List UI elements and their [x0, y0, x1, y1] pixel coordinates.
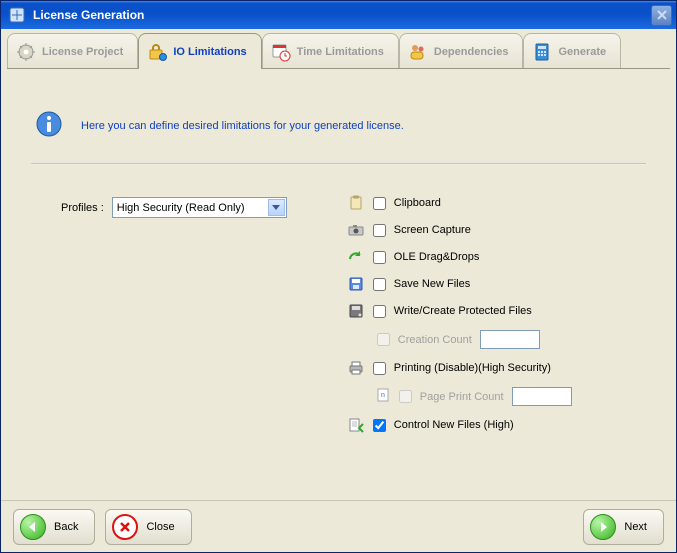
close-icon [656, 9, 668, 21]
printer-icon [347, 360, 365, 376]
chevron-down-icon [268, 199, 285, 216]
tab-label: Dependencies [434, 46, 509, 58]
checkbox-save-new-files[interactable] [373, 278, 386, 291]
limits-column: Clipboard Screen Capture OLE Drag&Drops [347, 195, 572, 433]
io-limitations-page: Here you can define desired limitations … [1, 70, 676, 500]
row-printing: Printing (Disable)(High Security) [347, 360, 572, 376]
row-control-new-files: Control New Files (High) [347, 417, 572, 433]
checkbox-page-print-count [399, 390, 412, 403]
checkbox-control-new-files[interactable] [373, 419, 386, 432]
next-button[interactable]: Next [583, 509, 664, 545]
label-clipboard: Clipboard [394, 197, 441, 209]
label-save-new-files: Save New Files [394, 278, 470, 290]
users-lock-icon [408, 42, 428, 62]
label-printing: Printing (Disable)(High Security) [394, 362, 551, 374]
label-write-create-protected: Write/Create Protected Files [394, 305, 532, 317]
app-icon [9, 7, 25, 23]
drag-arrow-icon [347, 249, 365, 265]
window-title: License Generation [33, 8, 651, 22]
arrow-left-icon [20, 514, 46, 540]
calendar-clock-icon [271, 42, 291, 62]
divider [31, 163, 646, 165]
footer: Back Close Next [1, 500, 676, 552]
clipboard-icon [347, 195, 365, 211]
back-label: Back [54, 521, 78, 533]
close-x-icon [112, 514, 138, 540]
tab-label: Generate [558, 46, 606, 58]
tab-underline [7, 68, 670, 69]
row-screen-capture: Screen Capture [347, 222, 572, 238]
tab-time-limitations[interactable]: Time Limitations [262, 33, 399, 69]
gear-icon [16, 42, 36, 62]
disk-icon [347, 303, 365, 319]
tab-license-project[interactable]: License Project [7, 33, 138, 69]
svg-text:n: n [381, 392, 385, 399]
next-label: Next [624, 521, 647, 533]
checkbox-ole-dragdrops[interactable] [373, 251, 386, 264]
checkbox-screen-capture[interactable] [373, 224, 386, 237]
row-save-new-files: Save New Files [347, 276, 572, 292]
camera-icon [347, 222, 365, 238]
profiles-label: Profiles : [61, 202, 104, 214]
row-creation-count: Creation Count [347, 330, 572, 349]
checkbox-clipboard[interactable] [373, 197, 386, 210]
close-button[interactable]: Close [105, 509, 191, 545]
arrow-right-icon [590, 514, 616, 540]
titlebar: License Generation [1, 1, 676, 29]
back-button[interactable]: Back [13, 509, 95, 545]
input-page-print-count[interactable] [512, 387, 572, 406]
page-icon: n [377, 388, 391, 405]
info-row: Here you can define desired limitations … [31, 100, 646, 159]
info-text: Here you can define desired limitations … [81, 120, 404, 132]
info-icon [35, 110, 63, 141]
window-close-button[interactable] [651, 5, 672, 26]
close-label: Close [146, 521, 174, 533]
row-write-create-protected: Write/Create Protected Files [347, 303, 572, 319]
label-control-new-files: Control New Files (High) [394, 419, 514, 431]
form-row: Profiles : High Security (Read Only) Cli… [31, 195, 646, 433]
checkbox-printing[interactable] [373, 362, 386, 375]
checkbox-write-create-protected[interactable] [373, 305, 386, 318]
input-creation-count[interactable] [480, 330, 540, 349]
label-screen-capture: Screen Capture [394, 224, 471, 236]
profiles-select[interactable]: High Security (Read Only) [112, 197, 287, 218]
content-area: License Project IO Limitations Time Limi… [1, 29, 676, 552]
row-page-print-count: n Page Print Count [347, 387, 572, 406]
label-ole-dragdrops: OLE Drag&Drops [394, 251, 480, 263]
profiles-field: Profiles : High Security (Read Only) [61, 195, 287, 218]
tab-io-limitations[interactable]: IO Limitations [138, 33, 261, 69]
lock-icon [147, 42, 167, 62]
row-ole-dragdrops: OLE Drag&Drops [347, 249, 572, 265]
label-page-print-count: Page Print Count [420, 391, 504, 403]
file-control-icon [347, 417, 365, 433]
label-creation-count: Creation Count [398, 334, 472, 346]
tab-dependencies[interactable]: Dependencies [399, 33, 524, 69]
license-generation-window: License Generation License Project IO Li… [0, 0, 677, 553]
profiles-value: High Security (Read Only) [117, 202, 245, 214]
tab-strip: License Project IO Limitations Time Limi… [1, 29, 676, 69]
tab-label: Time Limitations [297, 46, 384, 58]
tab-label: IO Limitations [173, 46, 246, 58]
tab-generate[interactable]: Generate [523, 33, 621, 69]
row-clipboard: Clipboard [347, 195, 572, 211]
save-icon [347, 276, 365, 292]
calculator-icon [532, 42, 552, 62]
tab-label: License Project [42, 46, 123, 58]
checkbox-creation-count [377, 333, 390, 346]
